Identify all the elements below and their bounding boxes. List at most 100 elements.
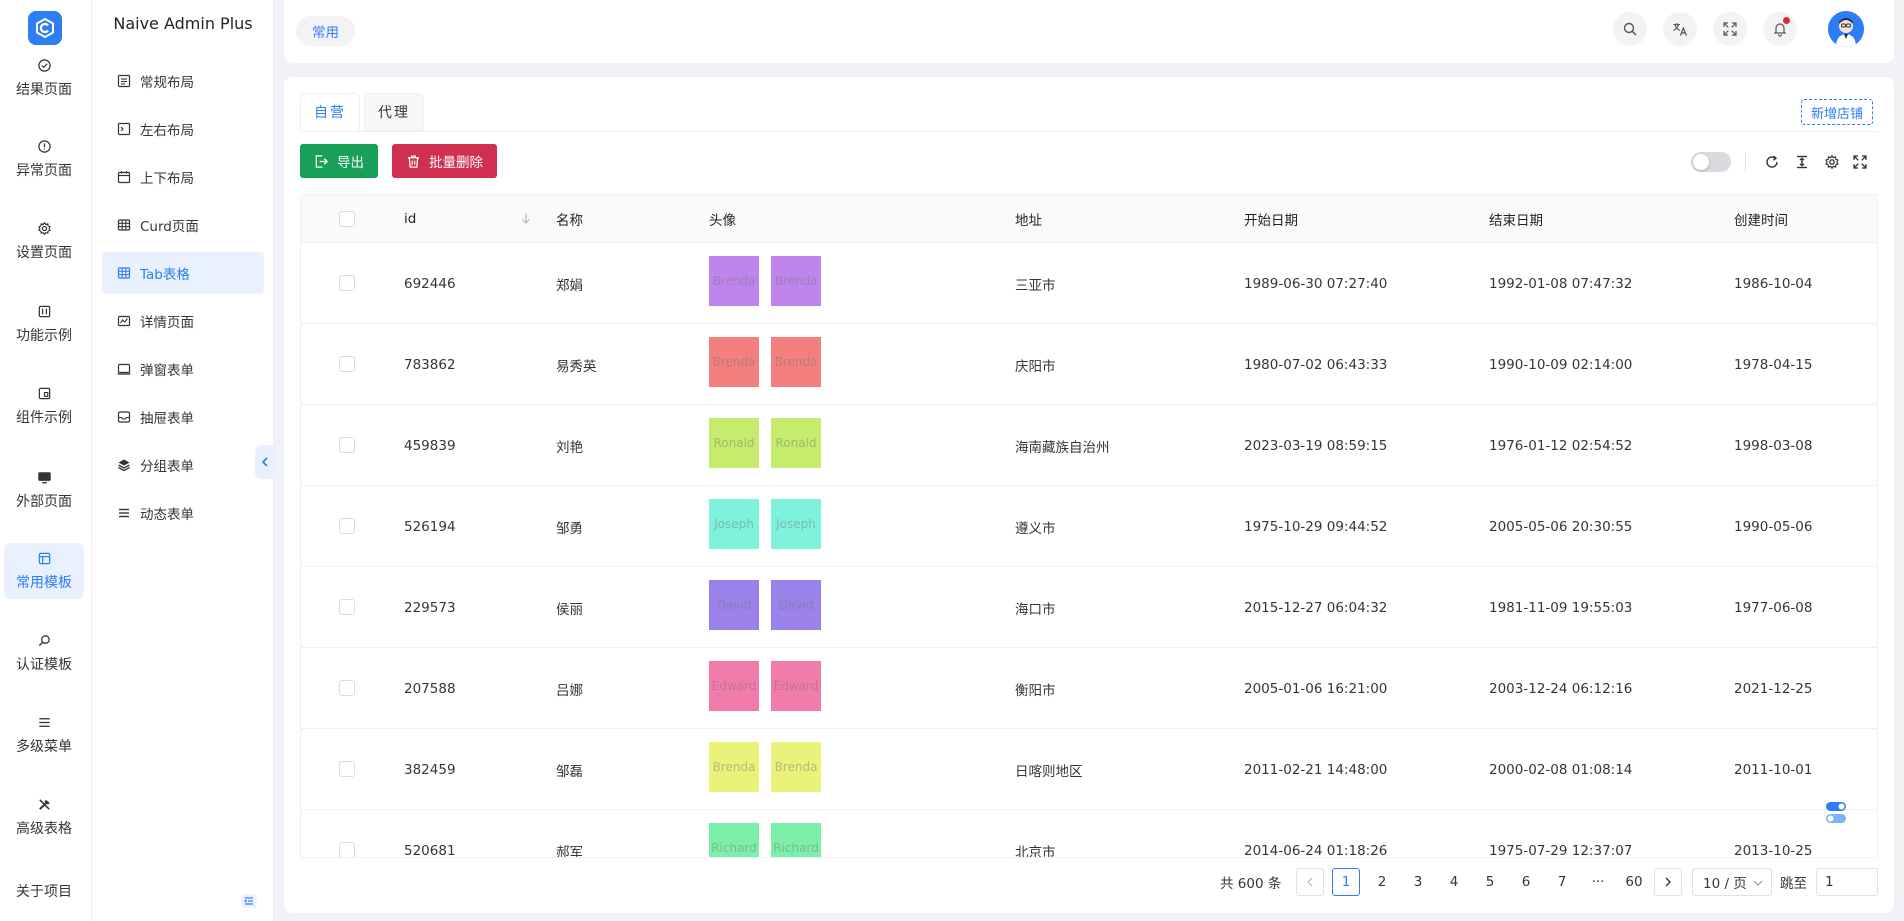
cell-end-date: 2003-12-24 06:12:16 — [1489, 680, 1633, 697]
cell-name: 郝军 — [556, 844, 583, 858]
rail-item-multilevel[interactable]: 多级菜单 — [4, 707, 84, 763]
cell-name: 刘艳 — [556, 439, 583, 456]
translate-icon — [1673, 23, 1688, 36]
row-checkbox[interactable] — [339, 356, 355, 372]
app-logo[interactable] — [28, 11, 62, 45]
tab-agent[interactable]: 代理 — [364, 93, 424, 131]
rail-item-settings[interactable]: 设置页面 — [4, 213, 84, 269]
rail-item-advanced-table[interactable]: 高级表格 — [4, 789, 84, 845]
fullscreen-icon — [1853, 155, 1867, 169]
sub-item-tb-layout[interactable]: 上下布局 — [102, 156, 264, 198]
sub-item-modal-form[interactable]: 弹窗表单 — [102, 348, 264, 390]
chevron-right-icon — [1665, 877, 1671, 887]
menu-icon — [36, 715, 52, 731]
rail-item-components[interactable]: 组件示例 — [4, 378, 84, 434]
sub-item-drawer-form[interactable]: 抽屉表单 — [102, 396, 264, 438]
pagination-next-button[interactable] — [1654, 868, 1682, 896]
pagination-page[interactable]: 7 — [1548, 868, 1576, 896]
pagination-page[interactable]: 4 — [1440, 868, 1468, 896]
avatar-image: Edward — [709, 661, 759, 711]
table-fullscreen-button[interactable] — [1851, 153, 1869, 171]
pagination-page[interactable]: 2 — [1368, 868, 1396, 896]
cell-end-date: 1975-07-29 12:37:07 — [1489, 842, 1633, 858]
column-header-id[interactable]: id — [404, 195, 416, 243]
header-tag[interactable]: 常用 — [296, 16, 355, 46]
column-header-address: 地址 — [1015, 213, 1042, 229]
cell-start-date: 2005-01-06 16:21:00 — [1244, 680, 1388, 697]
pagination-page[interactable]: 5 — [1476, 868, 1504, 896]
sub-item-dynamic-form[interactable]: 动态表单 — [102, 492, 264, 534]
rail-item-auth[interactable]: 认证模板 — [4, 625, 84, 681]
table-switch[interactable] — [1691, 152, 1731, 172]
sub-item-curd[interactable]: Curd页面 — [102, 204, 264, 246]
select-all-checkbox[interactable] — [339, 211, 355, 227]
pagination-page[interactable]: 1 — [1332, 868, 1360, 896]
avatar-image: Ronald — [709, 418, 759, 468]
jump-page-input[interactable]: 1 — [1816, 868, 1878, 896]
avatar-image: David — [771, 580, 821, 630]
row-checkbox[interactable] — [339, 599, 355, 615]
sub-item-group-form[interactable]: 分组表单 — [102, 444, 264, 486]
pagination-page[interactable]: 3 — [1404, 868, 1432, 896]
page-size-select[interactable]: 10 / 页 — [1692, 868, 1772, 896]
notifications-button[interactable] — [1763, 12, 1797, 46]
rail-item-about[interactable]: 关于项目 — [4, 863, 84, 919]
sub-item-tab-table[interactable]: Tab表格 — [102, 252, 264, 294]
chevron-down-icon — [1753, 880, 1763, 886]
cell-created: 1990-05-06 — [1734, 518, 1813, 535]
toolbar-divider — [1745, 153, 1746, 171]
pagination-page[interactable]: 60 — [1620, 868, 1648, 896]
rail-item-label: 认证模板 — [16, 656, 72, 673]
tab-bar: 自营 代理 — [300, 93, 424, 133]
cell-end-date: 1981-11-09 19:55:03 — [1489, 599, 1633, 616]
tab-self-operated[interactable]: 自营 — [300, 93, 360, 131]
refresh-button[interactable] — [1763, 153, 1781, 171]
rail-item-label: 组件示例 — [16, 409, 72, 426]
sub-item-detail[interactable]: 详情页面 — [102, 300, 264, 342]
rail-item-exception[interactable]: 异常页面 — [4, 131, 84, 187]
cell-end-date: 1976-01-12 02:54:52 — [1489, 437, 1633, 454]
sort-down-icon[interactable] — [518, 210, 534, 226]
bulk-delete-button[interactable]: 批量删除 — [392, 144, 497, 178]
cell-address: 衡阳市 — [1015, 682, 1056, 699]
menu-fold-button[interactable] — [240, 893, 258, 909]
column-settings-button[interactable] — [1823, 153, 1841, 171]
row-checkbox[interactable] — [339, 842, 355, 857]
row-checkbox[interactable] — [339, 680, 355, 696]
translate-button[interactable] — [1663, 12, 1697, 46]
sub-item-label: 抽屉表单 — [140, 411, 194, 427]
settings-float-toggle[interactable] — [1824, 798, 1848, 828]
cell-address: 北京市 — [1015, 844, 1056, 858]
cell-created: 2021-12-25 — [1734, 680, 1813, 697]
rail-item-external[interactable]: 外部页面 — [4, 462, 84, 518]
density-button[interactable] — [1793, 153, 1811, 171]
rail-item-templates[interactable]: 常用模板 — [4, 543, 84, 599]
row-checkbox[interactable] — [339, 275, 355, 291]
cell-created: 1978-04-15 — [1734, 356, 1813, 373]
pagination-page[interactable]: 6 — [1512, 868, 1540, 896]
table-row: 520681 郝军 Richard Richard 北京市 2014-06-24 01:1… — [301, 810, 1877, 858]
fullscreen-button[interactable] — [1713, 12, 1747, 46]
chevron-left-icon — [261, 457, 268, 467]
rail-item-result[interactable]: 结果页面 — [4, 50, 84, 106]
add-shop-button[interactable]: 新增店铺 — [1801, 99, 1874, 125]
sub-item-normal-layout[interactable]: 常规布局 — [102, 60, 264, 102]
row-checkbox[interactable] — [339, 761, 355, 777]
main-card: 自营 代理 新增店铺 导出 批量删除 id 名称 头像 地址 开始日期 结束日期 — [284, 77, 1894, 913]
sub-item-lr-layout[interactable]: 左右布局 — [102, 108, 264, 150]
avatar-image: Richard — [709, 823, 759, 857]
pagination-prev-button[interactable] — [1296, 868, 1324, 896]
pagination-total: 共 600 条 — [1220, 876, 1282, 892]
cell-start-date: 2023-03-19 08:59:15 — [1244, 437, 1388, 454]
user-avatar[interactable] — [1828, 11, 1864, 47]
cell-id: 459839 — [404, 437, 456, 454]
row-checkbox[interactable] — [339, 518, 355, 534]
chevron-left-icon — [1307, 877, 1313, 887]
pagination-ellipsis[interactable]: ··· — [1584, 868, 1612, 896]
collapse-submenu-button[interactable] — [255, 445, 275, 479]
rail-item-features[interactable]: 功能示例 — [4, 296, 84, 352]
row-checkbox[interactable] — [339, 437, 355, 453]
table-row: 207588 吕娜 Edward Edward 衡阳市 2005-01-06 16:21:… — [301, 648, 1877, 729]
search-button[interactable] — [1613, 12, 1647, 46]
export-button[interactable]: 导出 — [300, 144, 378, 178]
